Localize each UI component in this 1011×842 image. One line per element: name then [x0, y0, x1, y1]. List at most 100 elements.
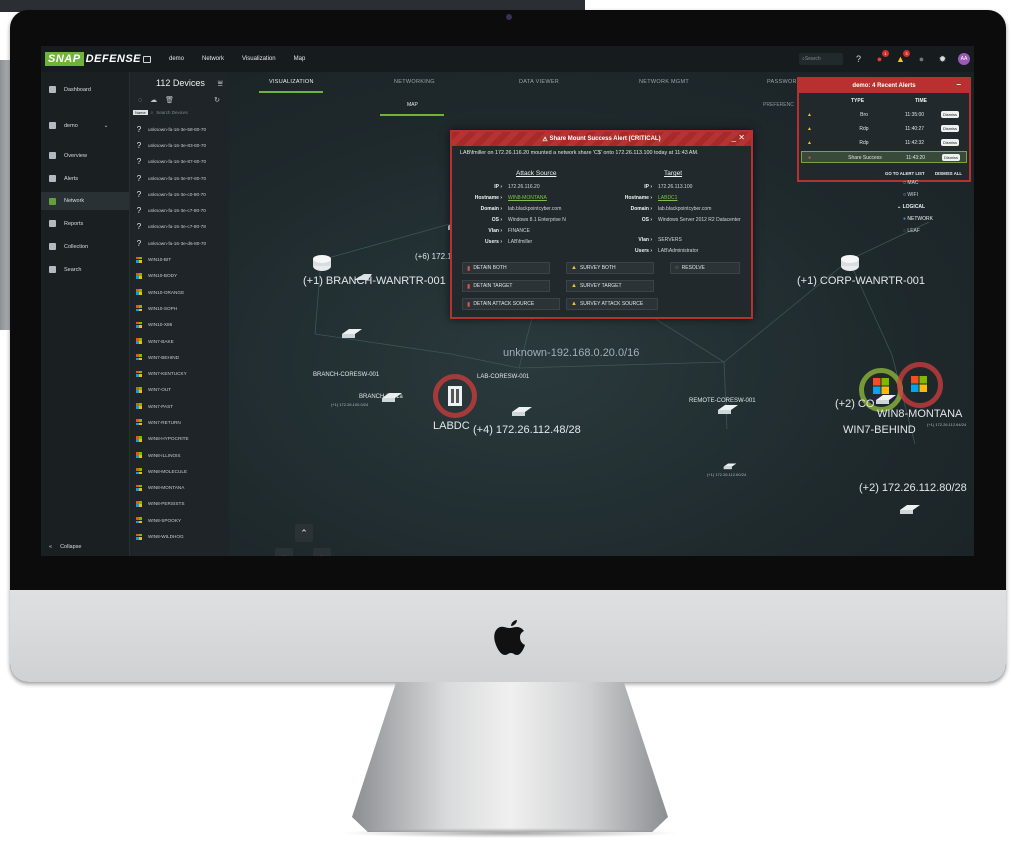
list-item[interactable]: WIN8-ILLINOIS — [130, 447, 230, 463]
alert-row[interactable]: ▲ Bro 11:35:00 Dismiss — [801, 109, 967, 121]
nav-network[interactable]: Network — [202, 56, 224, 62]
sidebar-item-overview[interactable]: Overview — [49, 152, 87, 159]
workspace-selector[interactable]: demo — [169, 56, 184, 62]
avatar[interactable]: AA — [958, 53, 970, 65]
list-item[interactable]: ? unknown-fa-16-3e-58-80-70 — [130, 121, 230, 137]
switch-node-icon[interactable] — [899, 502, 921, 516]
nav-visualization[interactable]: Visualization — [242, 56, 276, 62]
router-node-icon[interactable] — [311, 252, 333, 274]
sidebar-item-collection[interactable]: Collection — [49, 243, 88, 250]
pan-right-button[interactable]: › — [313, 548, 331, 556]
global-search-input[interactable]: ⌕ Search — [799, 53, 843, 65]
switch-node-icon[interactable] — [341, 326, 363, 340]
sidebar-item-network[interactable]: Network — [41, 192, 129, 210]
list-item[interactable]: WIN10-SOPH — [130, 300, 230, 316]
dismiss-button[interactable]: Dismiss — [942, 154, 960, 161]
filter-icon[interactable]: ⩸ — [218, 78, 223, 89]
windows-host-icon[interactable] — [873, 378, 889, 394]
refresh-lasso-icon[interactable]: ◌ — [138, 97, 142, 104]
switch-node-icon[interactable] — [511, 404, 533, 418]
target-hostname-link[interactable]: LABDC1 — [658, 195, 677, 201]
list-item[interactable]: ? unknown-fa-16-3e-c7-80-70 — [130, 202, 230, 218]
close-icon[interactable]: _ ✕ — [732, 133, 745, 142]
survey-both-button[interactable]: ▲ SURVEY BOTH — [566, 262, 654, 274]
sidebar-item-alerts[interactable]: Alerts — [49, 175, 78, 182]
detain-target-button[interactable]: ▮ DETAIN TARGET — [462, 280, 550, 292]
brand-logo[interactable]: SNAP DEFENSE — [41, 46, 141, 72]
legend-mac[interactable]: ○ MAC — [903, 180, 933, 186]
dismiss-button[interactable]: Dismiss — [941, 111, 959, 118]
pan-up-button[interactable]: ⌃ — [295, 524, 313, 542]
list-item[interactable]: WIN7-BAKE — [130, 333, 230, 349]
legend-wifi[interactable]: ○ WIFI — [903, 192, 933, 198]
detain-attack-source-button[interactable]: ▮ DETAIN ATTACK SOURCE — [462, 298, 560, 310]
detain-both-button[interactable]: ▮ DETAIN BOTH — [462, 262, 550, 274]
resolve-button[interactable]: ○ RESOLVE — [670, 262, 740, 274]
subtab-preferences[interactable]: PREFERENC — [763, 102, 794, 108]
alert-row[interactable]: ● Share Success 11:43:20 Dismiss — [801, 151, 967, 163]
sidebar-item-dashboard[interactable]: Dashboard — [49, 86, 91, 93]
nav-map[interactable]: Map — [294, 56, 306, 62]
list-item[interactable]: WIN10-X86 — [130, 317, 230, 333]
list-item[interactable]: ? unknown-fa-16-3e-83-80-70 — [130, 137, 230, 153]
trash-icon[interactable]: 🗑 — [165, 96, 174, 104]
list-item[interactable]: WIN10-BODY — [130, 268, 230, 284]
list-item[interactable]: WIN10-ORANGE — [130, 284, 230, 300]
device-search-input[interactable]: Search Devices — [156, 110, 188, 115]
tab-networking[interactable]: NETWORKING — [394, 79, 435, 85]
search-filter-select[interactable]: Name — [133, 110, 148, 115]
list-item[interactable]: WIN7-BEHIND — [130, 349, 230, 365]
alert-row[interactable]: ▲ Rdp 11:40:27 Dismiss — [801, 123, 967, 135]
collapse-button[interactable]: « Collapse — [49, 544, 81, 550]
warning-alert-icon[interactable]: ▲ 3 — [895, 49, 910, 65]
tab-visualization[interactable]: VISUALIZATION — [269, 79, 314, 85]
dismiss-button[interactable]: Dismiss — [941, 139, 959, 146]
sidebar-item-reports[interactable]: Reports — [49, 220, 83, 227]
list-item[interactable]: WIN7-KENTUCKY — [130, 365, 230, 381]
source-hostname-link[interactable]: WIN8-MONTANA — [508, 195, 547, 201]
legend-network[interactable]: ● NETWORK — [903, 216, 933, 222]
cloud-icon[interactable]: ☁ — [150, 96, 157, 104]
critical-alert-icon[interactable]: ● 1 — [874, 49, 889, 65]
list-item[interactable]: WIN8-MONTANA — [130, 480, 230, 496]
survey-target-button[interactable]: ▲ SURVEY TARGET — [566, 280, 654, 292]
info-icon[interactable]: ● — [916, 54, 927, 65]
help-icon[interactable]: ? — [853, 54, 864, 65]
sidebar-item-demo[interactable]: demo ⌄ — [49, 122, 108, 129]
dismiss-all-link[interactable]: DISMISS ALL — [935, 171, 962, 176]
list-item[interactable]: ? unknown-fa-16-3e-c0-80-70 — [130, 186, 230, 202]
list-item[interactable]: WIN7-OUT — [130, 382, 230, 398]
windows-host-icon[interactable] — [911, 376, 927, 392]
router-node-icon[interactable] — [839, 252, 861, 274]
tab-password[interactable]: PASSWORD — [767, 79, 801, 85]
list-item[interactable]: WIN8-PERSISTS — [130, 496, 230, 512]
gear-icon[interactable]: ✹ — [937, 54, 948, 65]
dismiss-button[interactable]: Dismiss — [941, 125, 959, 132]
reload-icon[interactable]: ↻ — [214, 96, 220, 104]
server-node-icon[interactable] — [445, 384, 465, 408]
go-to-alert-list-link[interactable]: GO TO ALERT LIST — [885, 171, 925, 176]
alert-row[interactable]: ▲ Rdp 11:42:32 Dismiss — [801, 137, 967, 149]
list-item[interactable]: WIN8-MOLECULE — [130, 463, 230, 479]
legend-logical-group[interactable]: ⌄ LOGICAL — [897, 204, 933, 210]
list-item[interactable]: WIN7-RETURN — [130, 414, 230, 430]
list-item[interactable]: ? unknown-fa-16-3e-c7-80-78 — [130, 219, 230, 235]
list-item[interactable]: WIN8-SPOOKY — [130, 512, 230, 528]
subtab-map[interactable]: MAP — [407, 102, 418, 108]
switch-node-icon[interactable] — [723, 460, 737, 472]
sidebar-item-search[interactable]: Search — [49, 266, 81, 273]
list-item[interactable]: WIN7-PAST — [130, 398, 230, 414]
list-item[interactable]: ? unknown-fa-16-3e-d6-80-70 — [130, 235, 230, 251]
legend-leaf[interactable]: ○ LEAF — [903, 228, 933, 234]
list-item[interactable]: WIN8-HYPOCRITE — [130, 431, 230, 447]
tab-network-mgmt[interactable]: NETWORK MGMT — [639, 79, 689, 85]
minimize-icon[interactable]: – — [957, 80, 961, 89]
list-item[interactable]: ? unknown-fa-16-3e-87-80-70 — [130, 154, 230, 170]
list-item[interactable]: ? unknown-fa-16-3e-97-80-70 — [130, 170, 230, 186]
survey-attack-source-button[interactable]: ▲ SURVEY ATTACK SOURCE — [566, 298, 658, 310]
switch-node-icon[interactable] — [717, 402, 739, 416]
pan-left-button[interactable]: ‹ — [275, 548, 293, 556]
list-item[interactable]: WIN8-WILDHOG — [130, 528, 230, 544]
tab-data-viewer[interactable]: DATA VIEWER — [519, 79, 559, 85]
list-item[interactable]: WIN10-BIT — [130, 251, 230, 267]
